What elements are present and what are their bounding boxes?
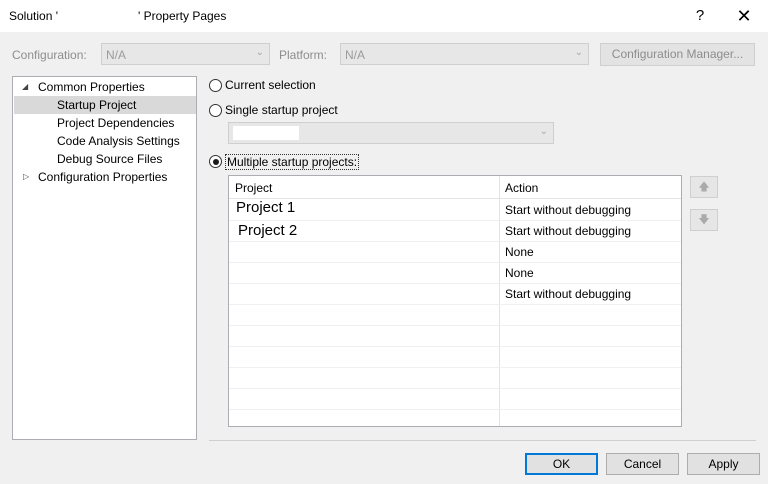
action-cell[interactable]: Start without debugging [505,287,631,301]
platform-value: N/A [345,48,366,62]
chevron-down-icon: ⌄ [255,47,264,58]
tree-item-configuration-properties[interactable]: Configuration Properties [13,168,167,186]
table-row[interactable] [229,304,681,326]
arrow-down-icon: 🡇 [698,214,710,226]
configuration-manager-button[interactable]: Configuration Manager... [600,43,755,66]
tree-item-startup-project[interactable]: Startup Project [14,96,196,114]
table-row[interactable]: Project 2 Start without debugging [229,220,681,242]
action-cell[interactable]: None [505,245,534,259]
platform-combo[interactable]: N/A ⌄ [340,43,589,65]
divider [209,440,756,441]
action-cell[interactable]: None [505,266,534,280]
radio-label: Single startup project [225,103,338,117]
radio-circle[interactable] [209,155,222,168]
tree-item-label: Common Properties [38,80,145,94]
startup-projects-grid[interactable]: Project Action Project 1 Start without d… [228,175,682,427]
configuration-combo[interactable]: N/A ⌄ [101,43,270,65]
table-row[interactable] [229,388,681,410]
tree-item-project-dependencies[interactable]: Project Dependencies [13,114,174,132]
radio-label: Current selection [225,78,316,92]
chevron-down-icon: ⌄ [539,126,548,137]
close-button[interactable]: ✕ [728,0,760,32]
platform-label: Platform: [279,48,328,62]
radio-circle[interactable] [209,104,222,117]
radio-circle[interactable] [209,79,222,92]
table-row[interactable]: Start without debugging [229,283,681,305]
radio-label: Multiple startup projects: [225,154,360,170]
action-cell[interactable]: Start without debugging [505,203,631,217]
project-cell: Project 1 [236,199,296,216]
column-header-project[interactable]: Project [235,181,272,195]
action-cell[interactable]: Start without debugging [505,224,631,238]
table-row[interactable] [229,346,681,368]
tree-item-label: Project Dependencies [57,116,175,130]
chevron-down-icon: ⌄ [574,47,583,58]
grid-header: Project Action [229,176,681,199]
tree-item-label: Startup Project [57,98,137,112]
table-row[interactable]: None [229,262,681,284]
configuration-value: N/A [106,48,127,62]
table-row[interactable]: Project 1 Start without debugging [229,199,681,221]
column-header-action[interactable]: Action [505,181,538,195]
radio-dot [212,158,219,165]
configuration-label: Configuration: [12,48,87,62]
ok-button[interactable]: OK [525,453,598,475]
tree-item-label: Configuration Properties [38,170,168,184]
apply-button[interactable]: Apply [687,453,760,475]
window-title: Solution ' ' Property Pages [9,9,227,23]
single-startup-combo[interactable]: ⌄ [228,122,554,144]
tree-item-debug-source-files[interactable]: Debug Source Files [13,150,162,168]
tree-item-code-analysis-settings[interactable]: Code Analysis Settings [13,132,180,150]
table-row[interactable] [229,325,681,347]
property-tree[interactable]: ◢ Common Properties Startup Project Proj… [12,76,197,440]
table-row[interactable]: None [229,241,681,263]
arrow-up-icon: 🡅 [698,181,710,193]
tree-item-label: Code Analysis Settings [57,134,180,148]
cancel-button[interactable]: Cancel [606,453,679,475]
project-cell: Project 2 [238,222,298,239]
move-up-button[interactable]: 🡅 [690,176,718,198]
tree-item-common-properties[interactable]: Common Properties [13,78,145,96]
move-down-button[interactable]: 🡇 [690,209,718,231]
redacted-value [233,126,299,140]
tree-item-label: Debug Source Files [57,152,163,166]
table-row[interactable] [229,367,681,389]
help-button[interactable]: ? [684,0,716,32]
